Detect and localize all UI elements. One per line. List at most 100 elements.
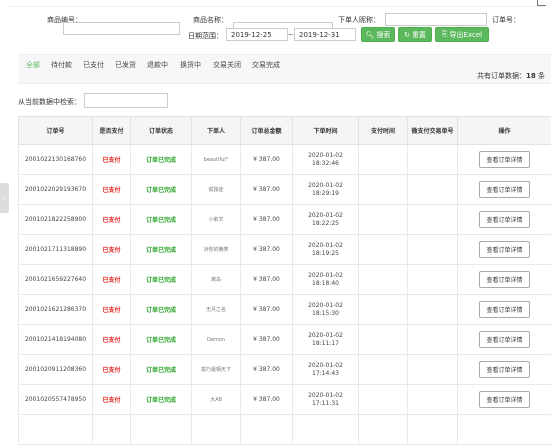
- date-end-input[interactable]: [294, 28, 356, 41]
- tab-closed[interactable]: 交易关闭: [213, 60, 241, 70]
- paid-status-cell: 已支付: [93, 235, 131, 265]
- order-date: 2020-01-02: [295, 392, 356, 400]
- export-excel-button[interactable]: ⎘ 导出Excel: [435, 27, 489, 42]
- order-no-cell: 2001021711318890: [19, 235, 93, 265]
- paid-status-cell: 已支付: [93, 325, 131, 355]
- table-row: 2001021621286370已支付订单已完成无月之名¥ 387.002020…: [19, 295, 551, 325]
- pay-time-cell: [359, 235, 408, 265]
- order-time-cell: 2020-01-0218:32:46: [293, 145, 359, 175]
- order-no-cell: 2001022029193670: [19, 175, 93, 205]
- view-order-detail-button[interactable]: 查看订单详情: [479, 361, 529, 378]
- col-action: 操作: [458, 117, 551, 145]
- order-status-cell: 订单已完成: [131, 235, 192, 265]
- trade-no-cell: [408, 355, 458, 385]
- total-orders-count: 18: [526, 72, 536, 80]
- buyer-cell: 离岛: [192, 265, 241, 295]
- order-date: 2020-01-02: [295, 212, 356, 220]
- export-button-label: 导出Excel: [450, 30, 483, 40]
- col-amount: 订单总金额: [241, 117, 293, 145]
- order-date: 2020-01-02: [295, 242, 356, 250]
- sidebar-collapse-handle[interactable]: ‹: [0, 183, 9, 213]
- view-order-detail-button[interactable]: 查看订单详情: [479, 391, 529, 408]
- tab-pending-payment[interactable]: 待付款: [51, 60, 72, 70]
- view-order-detail-button[interactable]: 查看订单详情: [479, 331, 529, 348]
- pay-time-cell: [359, 175, 408, 205]
- view-order-detail-button[interactable]: 查看订单详情: [479, 151, 529, 168]
- order-clock: 17:11:31: [295, 400, 356, 408]
- view-order-detail-button[interactable]: 查看订单详情: [479, 301, 529, 318]
- order-time-cell: [293, 415, 359, 445]
- col-paid: 是否支付: [93, 117, 131, 145]
- view-order-detail-button[interactable]: 查看订单详情: [479, 211, 529, 228]
- col-order-no: 订单号: [19, 117, 93, 145]
- tab-shipped[interactable]: 已发货: [115, 60, 136, 70]
- order-no-cell: 2001021418194080: [19, 325, 93, 355]
- col-status: 订单状态: [131, 117, 192, 145]
- order-status-cell: [131, 415, 192, 445]
- goods-no-input[interactable]: [63, 22, 180, 35]
- date-start-input[interactable]: [226, 28, 288, 41]
- order-clock: 17:14:43: [295, 370, 356, 378]
- order-no-cell: 2001022130168760: [19, 145, 93, 175]
- order-time-cell: 2020-01-0218:29:19: [293, 175, 359, 205]
- action-cell: 查看订单详情: [458, 325, 551, 355]
- order-date: 2020-01-02: [295, 182, 356, 190]
- pay-time-cell: [359, 415, 408, 445]
- view-order-detail-button[interactable]: 查看订单详情: [479, 241, 529, 258]
- order-status-cell: 订单已完成: [131, 175, 192, 205]
- chevron-left-icon: ‹: [3, 194, 6, 203]
- search-button[interactable]: 🔍︎ 搜索: [361, 27, 395, 42]
- paid-status-cell: [93, 415, 131, 445]
- table-row: 2001022130168760已支付订单已完成beautiful°¥ 387.…: [19, 145, 551, 175]
- order-time-cell: 2020-01-0217:14:43: [293, 355, 359, 385]
- buyer-cell: beautiful°: [192, 145, 241, 175]
- order-status-cell: 订单已完成: [131, 385, 192, 415]
- pay-time-cell: [359, 295, 408, 325]
- order-clock: 18:19:25: [295, 250, 356, 258]
- action-cell: 查看订单详情: [458, 145, 551, 175]
- view-order-detail-button[interactable]: 查看订单详情: [479, 181, 529, 198]
- order-time-cell: 2020-01-0218:11:17: [293, 325, 359, 355]
- total-orders-suffix: 条: [538, 72, 545, 80]
- buyer-nickname-input[interactable]: [385, 13, 487, 26]
- order-no-cell: 2001020557478950: [19, 385, 93, 415]
- tab-completed[interactable]: 交易完成: [252, 60, 280, 70]
- trade-no-cell: [408, 175, 458, 205]
- view-order-detail-button[interactable]: 查看订单详情: [479, 271, 529, 288]
- table-row: 2001021711318890已支付订单已完成对你的懒笑¥ 387.00202…: [19, 235, 551, 265]
- action-cell: 查看订单详情: [458, 295, 551, 325]
- tab-exchanging[interactable]: 换货中: [180, 60, 201, 70]
- pay-time-cell: [359, 145, 408, 175]
- order-no-cell: 2001021659227640: [19, 265, 93, 295]
- trade-no-cell: [408, 415, 458, 445]
- order-no-cell: 2001021621286370: [19, 295, 93, 325]
- amount-cell: [241, 415, 293, 445]
- amount-cell: ¥ 387.00: [241, 295, 293, 325]
- buyer-cell: 小莉羊: [192, 205, 241, 235]
- buyer-cell: 无月之名: [192, 295, 241, 325]
- trade-no-cell: [408, 325, 458, 355]
- reset-button[interactable]: ↻ 重置: [398, 27, 432, 42]
- trade-no-cell: [408, 385, 458, 415]
- tab-paid[interactable]: 已支付: [83, 60, 104, 70]
- table-row: 2001022029193670已支付订单已完成孤独症¥ 387.002020-…: [19, 175, 551, 205]
- reset-button-label: 重置: [412, 30, 426, 40]
- table-header-row: 订单号 是否支付 订单状态 下单人 订单总金额 下单时间 支付时间 微支付交易单…: [19, 117, 551, 145]
- order-clock: 18:32:46: [295, 160, 356, 168]
- tab-refunding[interactable]: 退款中: [147, 60, 168, 70]
- trade-no-cell: [408, 295, 458, 325]
- tab-all[interactable]: 全部: [26, 60, 40, 70]
- order-date: 2020-01-02: [295, 302, 356, 310]
- action-cell: 查看订单详情: [458, 355, 551, 385]
- buyer-cell: 孤乃最相天下: [192, 355, 241, 385]
- local-search-input[interactable]: [84, 93, 168, 108]
- paid-status-cell: 已支付: [93, 385, 131, 415]
- paid-status-cell: 已支付: [93, 145, 131, 175]
- order-id-label: 订单号：: [492, 15, 520, 25]
- amount-cell: ¥ 387.00: [241, 355, 293, 385]
- action-cell: 查看订单详情: [458, 385, 551, 415]
- order-clock: 18:22:25: [295, 220, 356, 228]
- action-cell: 查看订单详情: [458, 205, 551, 235]
- col-order-time: 下单时间: [293, 117, 359, 145]
- trade-no-cell: [408, 235, 458, 265]
